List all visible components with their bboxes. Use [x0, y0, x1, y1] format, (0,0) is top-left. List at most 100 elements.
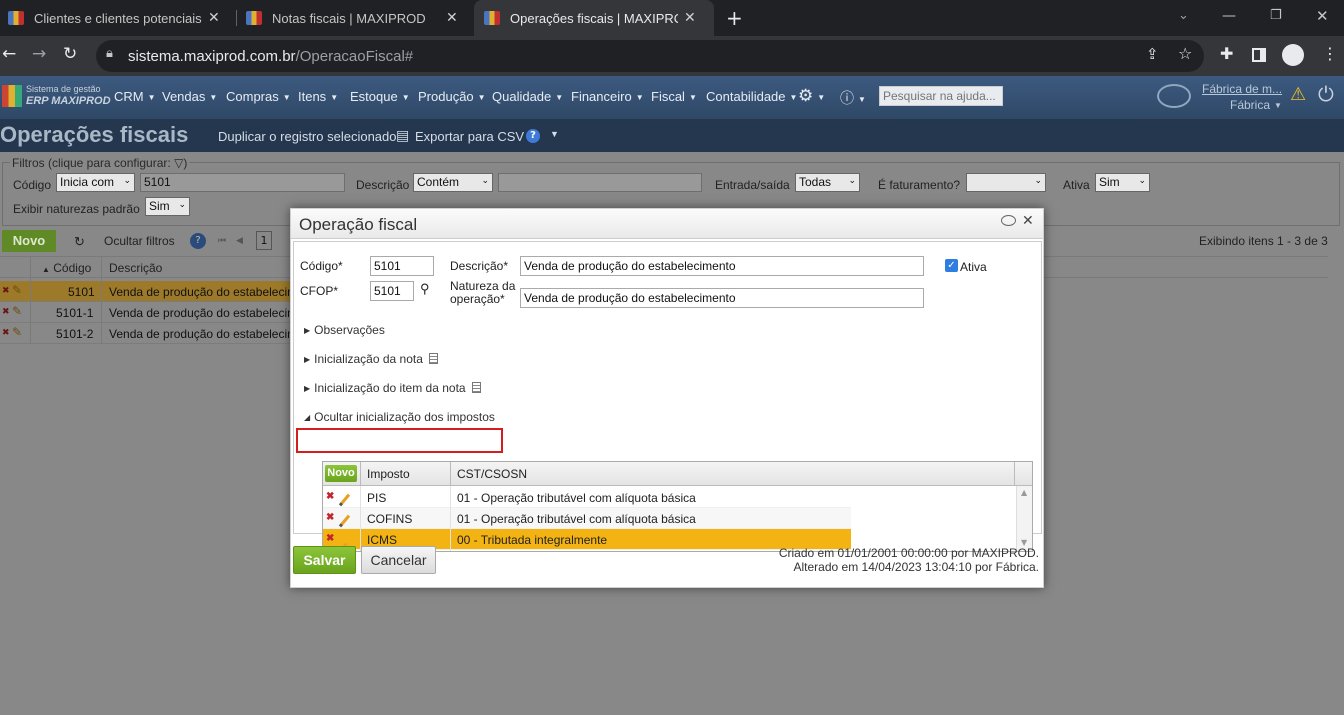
minimize-window-icon[interactable]: —: [1222, 8, 1236, 24]
user-menu[interactable]: Fábrica ▼: [1230, 98, 1282, 112]
menu-estoque[interactable]: Estoque ▼: [350, 89, 410, 104]
codigo-input[interactable]: 5101: [370, 256, 434, 276]
new-tab-button[interactable]: +: [726, 6, 743, 30]
duplicate-record-button[interactable]: Duplicar o registro selecionado: [218, 129, 396, 144]
chevron-down-icon: ⌄: [848, 175, 856, 185]
section-inicializacao-item[interactable]: ▶ Inicialização do item da nota: [304, 381, 481, 395]
filter-ativa-select[interactable]: Sim ⌄: [1095, 173, 1150, 192]
grid-scrollbar[interactable]: ▲ ▼: [1016, 486, 1032, 551]
menu-crm[interactable]: CRM ▼: [114, 89, 156, 104]
delete-icon[interactable]: ✖: [2, 306, 10, 317]
lock-icon[interactable]: 🔒︎: [106, 46, 113, 61]
restore-window-icon[interactable]: ❐: [1270, 8, 1282, 23]
filter-entrada-select[interactable]: Todas ⌄: [795, 173, 860, 192]
cfop-label: CFOP*: [300, 284, 339, 298]
filter-naturezas-select[interactable]: Sim ⌄: [145, 197, 190, 216]
menu-compras[interactable]: Compras ▼: [226, 89, 291, 104]
back-arrow-icon[interactable]: ←: [2, 44, 16, 64]
scroll-up-icon[interactable]: ▲: [1021, 488, 1027, 497]
reload-icon[interactable]: ↻: [63, 44, 77, 64]
menu-itens[interactable]: Itens ▼: [298, 89, 338, 104]
help-search-input[interactable]: [879, 86, 1003, 106]
page-number[interactable]: 1: [256, 231, 272, 250]
warning-icon[interactable]: ⚠: [1290, 84, 1306, 105]
search-magnifier-icon[interactable]: ⚲: [420, 282, 430, 295]
filter-descricao-input[interactable]: [498, 173, 702, 192]
bookmark-star-icon[interactable]: ☆: [1178, 44, 1192, 63]
new-record-button[interactable]: Novo: [2, 230, 56, 252]
section-inicializacao-nota[interactable]: ▶ Inicialização da nota: [304, 352, 438, 366]
browser-menu-icon[interactable]: ⋮: [1322, 44, 1338, 63]
descricao-header[interactable]: Descrição: [109, 261, 162, 275]
list-row[interactable]: ✖ ✎ 5101-1 Venda de produção do estabele…: [0, 302, 290, 323]
export-csv-button[interactable]: Exportar para CSV: [415, 129, 524, 144]
chat-bubble-icon[interactable]: [1157, 84, 1191, 108]
delete-icon[interactable]: ✖: [326, 533, 334, 544]
chevron-down-icon: ⌄: [123, 175, 131, 185]
delete-icon[interactable]: ✖: [2, 285, 10, 296]
menu-producao[interactable]: Produção ▼: [418, 89, 486, 104]
help-icon[interactable]: ?: [526, 129, 540, 143]
settings-gear-icon[interactable]: ⚙ ▼: [798, 86, 825, 106]
tab-search-chevron-icon[interactable]: ⌄: [1178, 8, 1189, 23]
close-tab-icon[interactable]: ✕: [684, 10, 696, 26]
edit-pencil-icon[interactable]: ✎: [12, 325, 22, 339]
company-link[interactable]: Fábrica de m...: [1202, 82, 1282, 96]
list-row[interactable]: ✖ ✎ 5101-2 Venda de produção do estabele…: [0, 323, 290, 344]
address-bar[interactable]: 🔒︎ sistema.maxiprod.com.br/OperacaoFisca…: [96, 40, 1204, 72]
first-page-icon[interactable]: ⏮: [218, 235, 226, 246]
delete-icon[interactable]: ✖: [326, 512, 334, 523]
share-icon[interactable]: ⇪: [1146, 45, 1159, 63]
menu-qualidade[interactable]: Qualidade ▼: [492, 89, 563, 104]
more-caret-icon[interactable]: ▼: [550, 129, 559, 139]
logout-power-icon[interactable]: ⏻: [1318, 82, 1334, 106]
row-desc: Venda de produção do estabelecimento: [109, 306, 290, 320]
edit-pencil-icon[interactable]: ✎: [12, 283, 22, 297]
cancel-button[interactable]: Cancelar: [361, 546, 436, 574]
menu-financeiro[interactable]: Financeiro ▼: [571, 89, 644, 104]
filters-legend[interactable]: Filtros (clique para configurar: ▽): [10, 156, 190, 170]
browser-tab-clientes[interactable]: Clientes e clientes potenciais | MAXIPRO…: [8, 0, 230, 36]
prev-page-icon[interactable]: ◀: [236, 235, 243, 246]
close-dialog-icon[interactable]: ✕: [1022, 213, 1034, 229]
caret-down-icon: ▼: [401, 93, 410, 102]
delete-icon[interactable]: ✖: [2, 327, 10, 338]
table-row[interactable]: ✖ PIS 01 - Operação tributável com alíqu…: [323, 487, 851, 508]
browser-tab-operacoes[interactable]: Operações fiscais | MAXIPROD ✕: [474, 0, 714, 36]
menu-fiscal[interactable]: Fiscal ▼: [651, 89, 697, 104]
filter-descricao-operator[interactable]: Contém ⌄: [413, 173, 493, 192]
edit-pencil-icon[interactable]: ✎: [12, 304, 22, 318]
grid-new-button[interactable]: Novo: [325, 465, 357, 482]
menu-contabilidade[interactable]: Contabilidade ▼: [706, 89, 797, 104]
delete-icon[interactable]: ✖: [326, 491, 334, 502]
list-row[interactable]: ✖ ✎ 5101 Venda de produção do estabeleci…: [0, 281, 290, 302]
hide-filters-button[interactable]: Ocultar filtros: [104, 234, 175, 248]
save-button[interactable]: Salvar: [293, 546, 356, 574]
filter-faturamento-select[interactable]: ⌄: [966, 173, 1046, 192]
cfop-input[interactable]: 5101: [370, 281, 414, 301]
help-question-icon[interactable]: ⓘ ▼: [840, 88, 866, 108]
csv-export-icon[interactable]: ▤: [396, 127, 409, 144]
forward-arrow-icon[interactable]: →: [32, 44, 46, 64]
caret-down-icon: ▼: [147, 93, 156, 102]
help-icon[interactable]: ?: [190, 233, 206, 249]
side-panel-icon[interactable]: [1252, 48, 1266, 62]
refresh-icon[interactable]: ↻: [74, 234, 85, 250]
menu-vendas[interactable]: Vendas ▼: [162, 89, 217, 104]
close-tab-icon[interactable]: ✕: [208, 10, 220, 26]
sort-codigo-header[interactable]: ▲ Código: [42, 261, 91, 275]
descricao-input[interactable]: Venda de produção do estabelecimento: [520, 256, 924, 276]
profile-avatar[interactable]: [1282, 44, 1304, 66]
ativa-checkbox[interactable]: ✓: [945, 259, 958, 272]
filter-codigo-input[interactable]: 5101: [140, 173, 345, 192]
extensions-puzzle-icon[interactable]: ✚: [1220, 44, 1233, 63]
close-tab-icon[interactable]: ✕: [446, 10, 458, 26]
filter-codigo-operator[interactable]: Inicia com ⌄: [56, 173, 135, 192]
natureza-input[interactable]: Venda de produção do estabelecimento: [520, 288, 924, 308]
section-observacoes[interactable]: ▶ Observações: [304, 323, 385, 337]
comment-bubble-icon[interactable]: [1001, 215, 1016, 226]
table-row[interactable]: ✖ COFINS 01 - Operação tributável com al…: [323, 508, 851, 529]
section-ocultar-impostos[interactable]: ◢ Ocultar inicialização dos impostos: [304, 410, 495, 424]
browser-tab-notas[interactable]: Notas fiscais | MAXIPROD ✕: [246, 0, 468, 36]
close-window-icon[interactable]: ✕: [1316, 7, 1329, 25]
